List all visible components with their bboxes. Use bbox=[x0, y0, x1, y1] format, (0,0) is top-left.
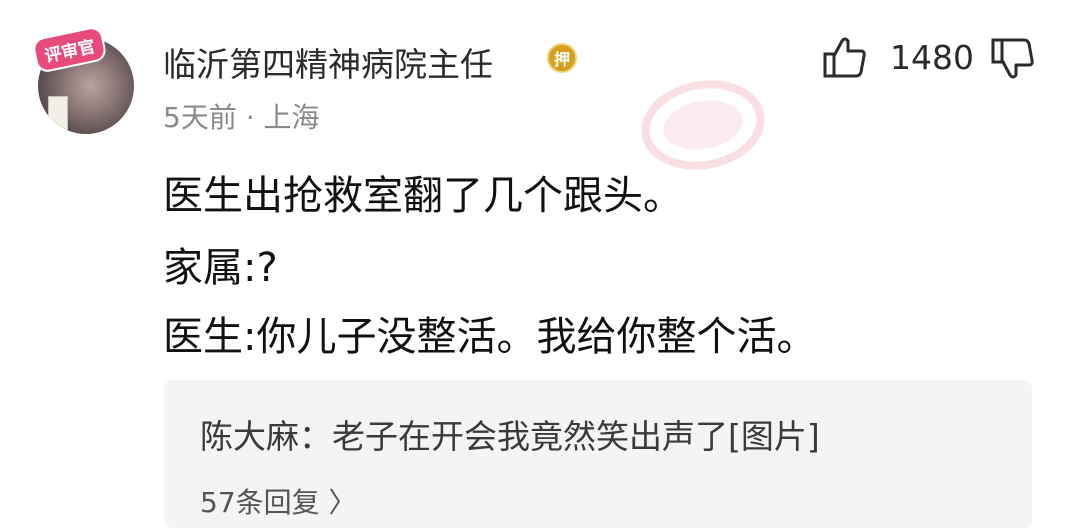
thumbs-down-icon[interactable] bbox=[990, 36, 1036, 82]
avatar-decoration bbox=[48, 96, 68, 132]
reply-preview-text: 陈大麻：老子在开会我竟然笑出声了[图片] bbox=[200, 417, 820, 456]
comment-line-2: 家属:? bbox=[163, 245, 278, 291]
reply-preview[interactable]: 陈大麻：老子在开会我竟然笑出声了[图片] 57条回复 〉 bbox=[164, 380, 1032, 528]
comment-line-1: 医生出抢救室翻了几个跟头。 bbox=[163, 173, 683, 219]
avatar[interactable]: 评审官 bbox=[31, 25, 144, 140]
comment-meta: 5天前 · 上海 bbox=[163, 101, 320, 134]
user-name[interactable]: 临沂第四精神病院主任 bbox=[163, 38, 493, 86]
comment-line-3: 医生:你儿子没整活。我给你整个活。 bbox=[163, 314, 817, 360]
like-count: 1480 bbox=[890, 38, 974, 77]
view-replies-link[interactable]: 57条回复 〉 bbox=[200, 481, 357, 521]
thumbs-up-icon[interactable] bbox=[822, 34, 868, 80]
verified-badge-icon: 押 bbox=[547, 43, 577, 73]
